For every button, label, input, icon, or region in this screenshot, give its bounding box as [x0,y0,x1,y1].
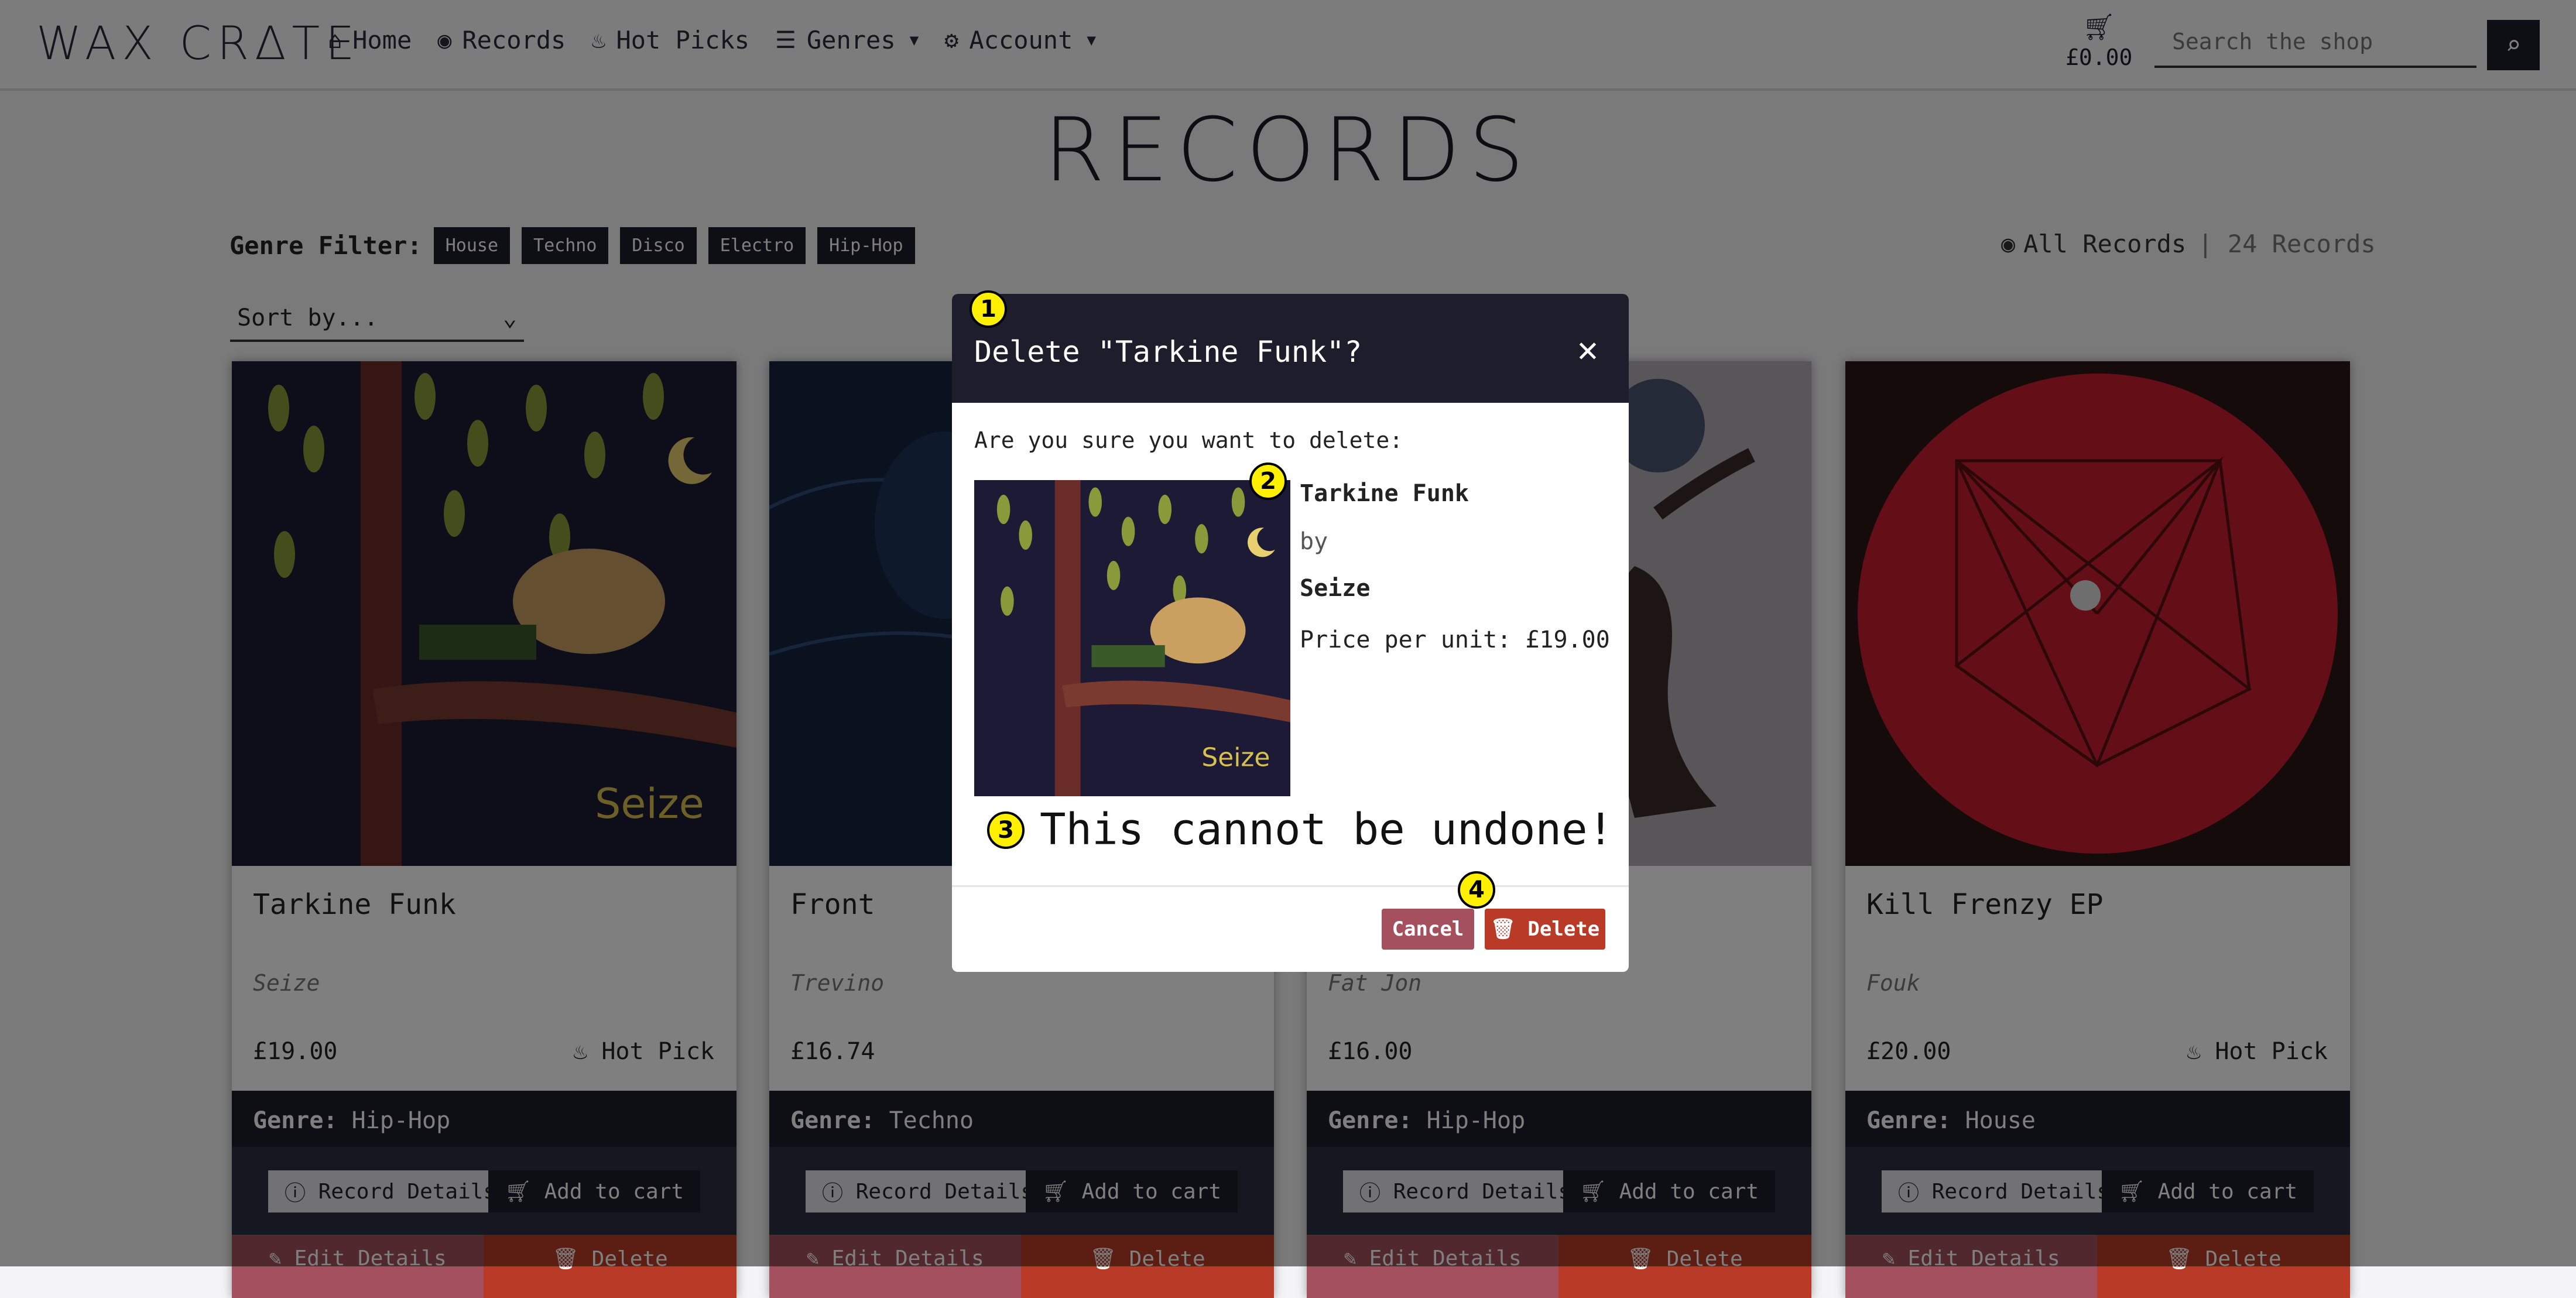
modal-record-title: Tarkine Funk [1300,480,1469,507]
svg-text:Seize: Seize [1201,743,1270,773]
confirm-delete-button[interactable]: 🗑︎ Delete [1485,909,1605,950]
annotation-marker-3: 3 [987,811,1025,849]
close-icon[interactable]: ✕ [1577,329,1598,370]
annotation-marker-4: 4 [1458,871,1495,909]
modal-album-cover: Seize [974,480,1290,796]
modal-artist: Seize [1300,575,1371,602]
annotation-marker-1: 1 [970,290,1007,328]
modal-price: Price per unit: £19.00 [1300,626,1610,653]
confirm-delete-label: Delete [1527,917,1600,941]
modal-divider [952,885,1629,887]
modal-title: Delete "Tarkine Funk"? [974,335,1362,369]
modal-header: Delete "Tarkine Funk"? ✕ [952,294,1629,403]
trash-icon: 🗑︎ [1490,917,1528,941]
modal-by: by [1300,528,1328,555]
cancel-button[interactable]: Cancel [1382,909,1474,950]
modal-prompt: Are you sure you want to delete: [974,427,1403,453]
modal-warning: This cannot be undone! [1040,804,1614,855]
annotation-marker-2: 2 [1249,463,1287,500]
delete-modal: Delete "Tarkine Funk"? ✕ Are you sure yo… [952,294,1629,972]
